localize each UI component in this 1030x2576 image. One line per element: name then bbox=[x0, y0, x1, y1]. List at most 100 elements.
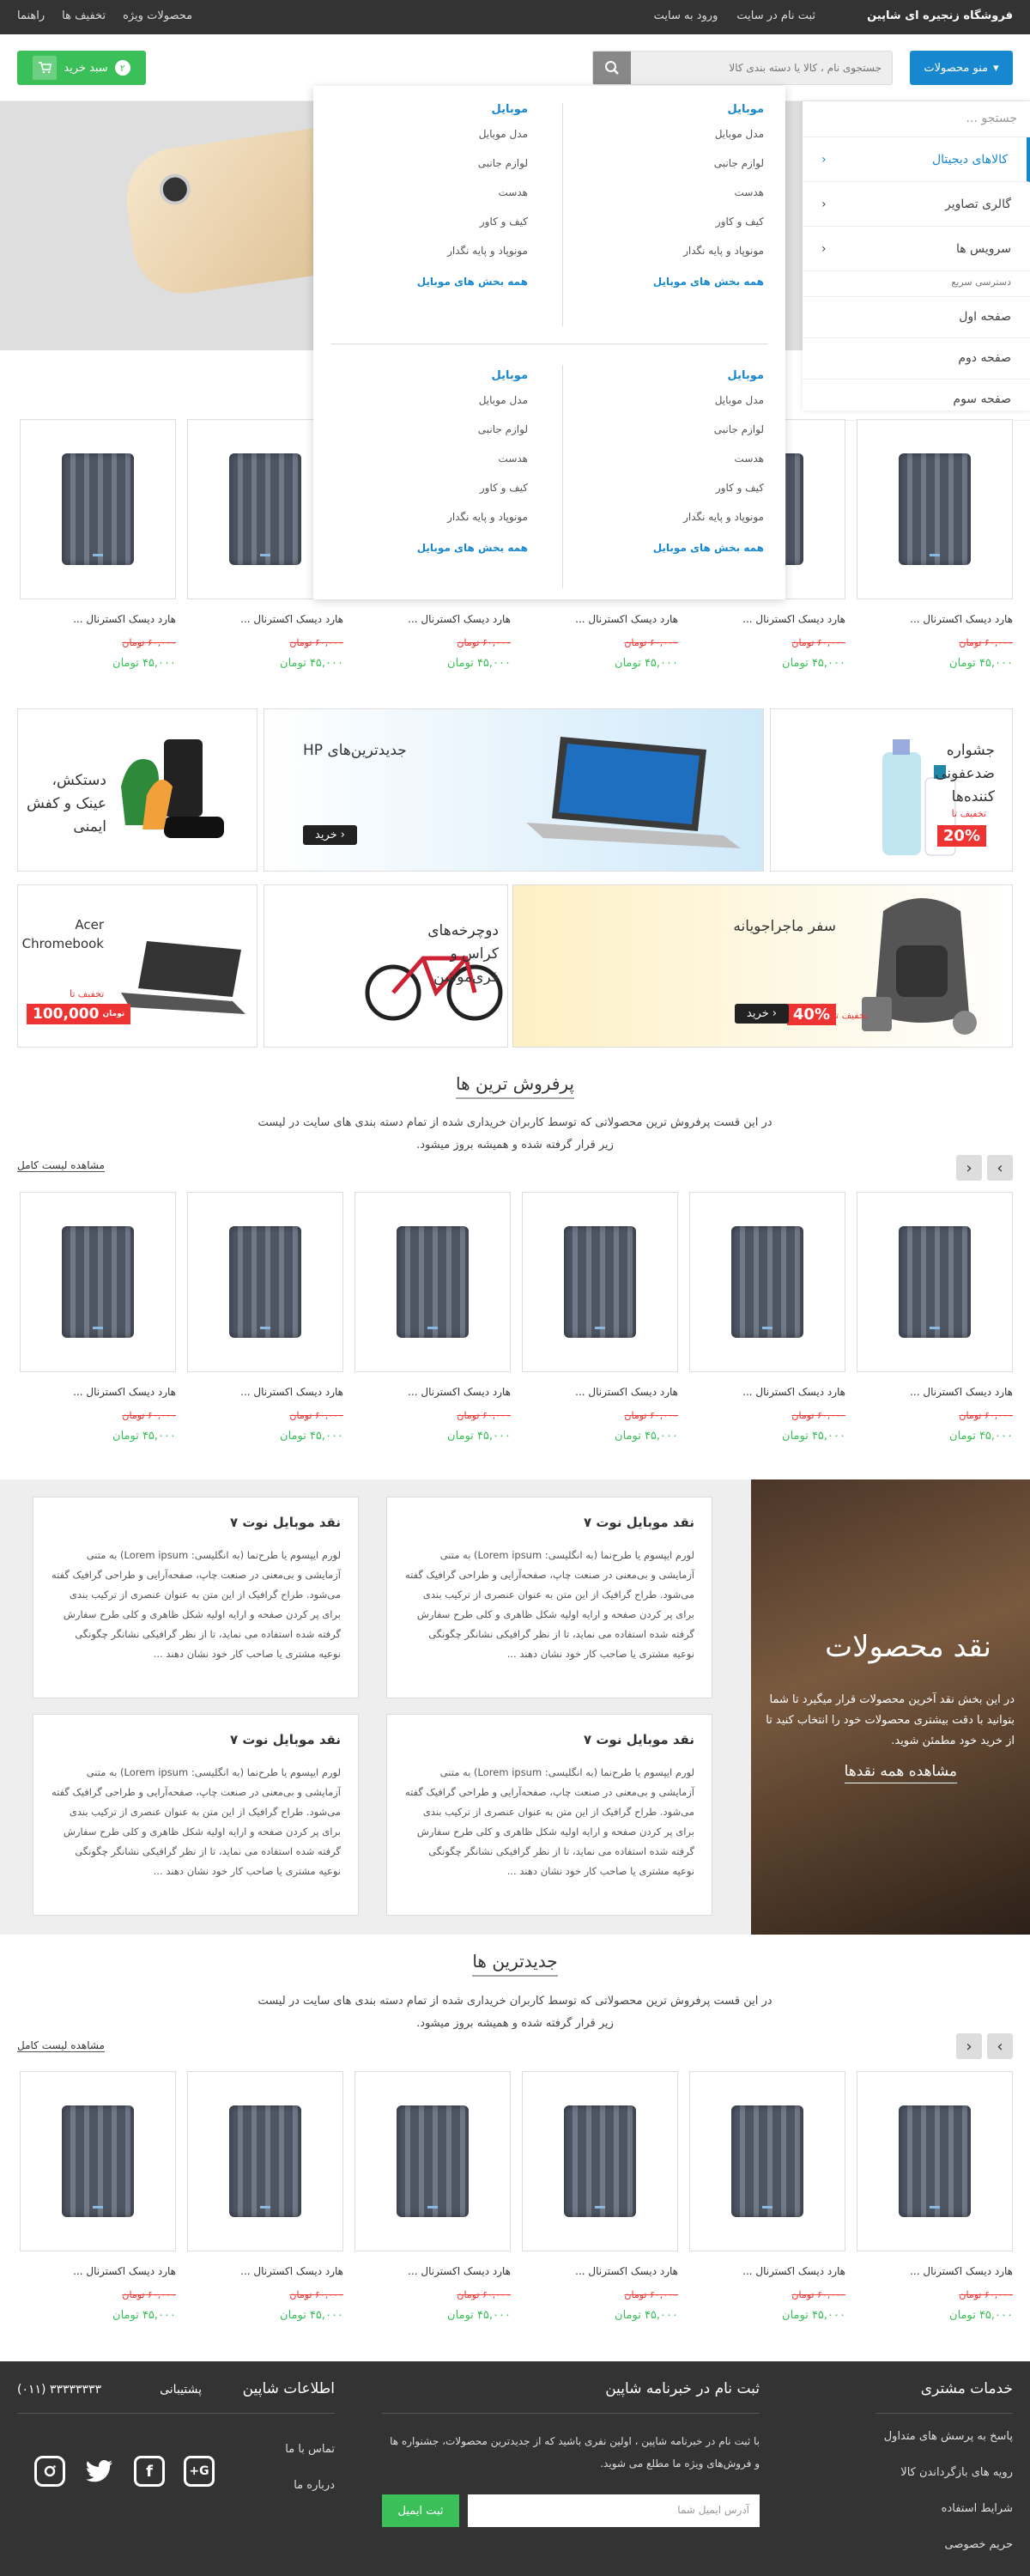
all-reviews-link[interactable]: مشاهده همه نقدها bbox=[844, 1763, 957, 1783]
product-card[interactable]: هارد دیسک اکسترنال ... ۶۰,۰۰۰ تومان ۴۵,۰… bbox=[354, 2071, 511, 2322]
product-card[interactable]: هارد دیسک اکسترنال ... ۶۰,۰۰۰ تومان ۴۵,۰… bbox=[522, 1192, 678, 1443]
mega-menu-item[interactable]: کیف و کاور bbox=[335, 216, 528, 245]
mega-menu-item[interactable]: مدل موبایل bbox=[335, 128, 528, 157]
review-title[interactable]: نقد موبایل نوت ۷ bbox=[51, 1732, 341, 1747]
footer-link-returns[interactable]: رویه های بازگرداندن کالا bbox=[884, 2466, 1013, 2502]
product-name[interactable]: هارد دیسک اکسترنال ... bbox=[354, 613, 511, 625]
product-image[interactable] bbox=[689, 1192, 845, 1372]
review-title[interactable]: نقد موبایل نوت ۷ bbox=[404, 1732, 694, 1747]
product-image[interactable] bbox=[522, 2071, 678, 2251]
sidebar-item-services[interactable]: سرویس ها ‹ bbox=[803, 227, 1030, 271]
product-image[interactable] bbox=[689, 2071, 845, 2251]
mega-menu-item[interactable]: لوازم جانبی bbox=[571, 157, 764, 186]
product-card[interactable]: هارد دیسک اکسترنال ... ۶۰,۰۰۰ تومان ۴۵,۰… bbox=[20, 1192, 176, 1443]
mega-menu-item[interactable]: لوازم جانبی bbox=[571, 423, 764, 453]
mega-menu-item[interactable]: هدست bbox=[571, 186, 764, 216]
product-card[interactable]: هارد دیسک اکسترنال ... ۶۰,۰۰۰ تومان ۴۵,۰… bbox=[857, 419, 1013, 670]
product-card[interactable]: هارد دیسک اکسترنال ... ۶۰,۰۰۰ تومان ۴۵,۰… bbox=[857, 1192, 1013, 1443]
product-card[interactable]: هارد دیسک اکسترنال ... ۶۰,۰۰۰ تومان ۴۵,۰… bbox=[20, 419, 176, 670]
mega-menu-item[interactable]: مونوپاد و پایه نگدار bbox=[571, 245, 764, 274]
review-title[interactable]: نقد موبایل نوت ۷ bbox=[51, 1515, 341, 1530]
product-name[interactable]: هارد دیسک اکسترنال ... bbox=[857, 1386, 1013, 1398]
review-card[interactable]: نقد موبایل نوت ۷ لورم ایپسوم یا طرح‌نما … bbox=[386, 1714, 712, 1916]
login-link[interactable]: ورود به سایت bbox=[654, 9, 718, 22]
footer-link-faq[interactable]: پاسخ به پرسش های متداول bbox=[884, 2430, 1013, 2466]
sidebar-page-2[interactable]: صفحه دوم bbox=[803, 338, 1030, 380]
arrow-left-icon[interactable]: ‹ bbox=[956, 2033, 982, 2059]
product-image[interactable] bbox=[20, 1192, 176, 1372]
sidebar-page-1[interactable]: صفحه اول bbox=[803, 297, 1030, 338]
mega-menu-item[interactable]: مدل موبایل bbox=[571, 128, 764, 157]
review-card[interactable]: نقد موبایل نوت ۷ لورم ایپسوم یا طرح‌نما … bbox=[33, 1714, 359, 1916]
mega-menu-item[interactable]: کیف و کاور bbox=[571, 482, 764, 511]
newest-view-all-link[interactable]: مشاهده لیست کامل bbox=[17, 2039, 105, 2052]
footer-link-about[interactable]: درباره ما bbox=[285, 2479, 335, 2515]
product-name[interactable]: هارد دیسک اکسترنال ... bbox=[689, 1386, 845, 1398]
product-name[interactable]: هارد دیسک اکسترنال ... bbox=[20, 613, 176, 625]
mega-menu-all-link[interactable]: همه بخش های موبایل bbox=[335, 276, 528, 288]
banner-adventure-travel[interactable]: سفر ماجراجویانه تخفیف تا 40% ‹ خرید bbox=[512, 884, 1013, 1048]
sidebar-page-3[interactable]: صفحه سوم bbox=[803, 380, 1030, 421]
sidebar-item-digital[interactable]: کالاهای دیجیتال ‹ bbox=[803, 137, 1030, 182]
footer-link-privacy[interactable]: حریم خصوصی bbox=[884, 2538, 1013, 2574]
product-card[interactable]: هارد دیسک اکسترنال ... ۶۰,۰۰۰ تومان ۴۵,۰… bbox=[522, 2071, 678, 2322]
newsletter-subscribe-button[interactable]: ثبت ایمیل bbox=[382, 2494, 459, 2527]
product-name[interactable]: هارد دیسک اکسترنال ... bbox=[857, 613, 1013, 625]
arrow-right-icon[interactable]: › bbox=[987, 1155, 1013, 1181]
mega-menu-all-link[interactable]: همه بخش های موبایل bbox=[571, 542, 764, 554]
review-card[interactable]: نقد موبایل نوت ۷ لورم ایپسوم یا طرح‌نما … bbox=[386, 1497, 712, 1698]
newsletter-email-input[interactable]: آدرس ایمیل شما bbox=[468, 2494, 760, 2527]
product-name[interactable]: هارد دیسک اکسترنال ... bbox=[187, 1386, 343, 1398]
banner-safety-gear[interactable]: دستکش، عینک و کفش ایمنی bbox=[17, 708, 258, 872]
cart-button[interactable]: ۲ سبد خرید bbox=[17, 51, 146, 85]
search-button[interactable] bbox=[593, 52, 631, 84]
product-card[interactable]: هارد دیسک اکسترنال ... ۶۰,۰۰۰ تومان ۴۵,۰… bbox=[689, 1192, 845, 1443]
product-card[interactable]: هارد دیسک اکسترنال ... ۶۰,۰۰۰ تومان ۴۵,۰… bbox=[20, 2071, 176, 2322]
search-input[interactable] bbox=[631, 52, 892, 84]
product-name[interactable]: هارد دیسک اکسترنال ... bbox=[187, 2265, 343, 2277]
review-title[interactable]: نقد موبایل نوت ۷ bbox=[404, 1515, 694, 1530]
mega-menu-item[interactable]: مدل موبایل bbox=[571, 394, 764, 423]
sidebar-item-gallery[interactable]: گالری تصاویر ‹ bbox=[803, 182, 1030, 227]
banner-hp-laptops[interactable]: جدیدترین‌های HP ‹ خرید bbox=[264, 708, 764, 872]
help-link[interactable]: راهنما bbox=[17, 9, 45, 22]
product-name[interactable]: هارد دیسک اکسترنال ... bbox=[354, 1386, 511, 1398]
mega-menu-item[interactable]: لوازم جانبی bbox=[335, 157, 528, 186]
mega-menu-item[interactable]: مونوپاد و پایه نگدار bbox=[335, 245, 528, 274]
product-card[interactable]: هارد دیسک اکسترنال ... ۶۰,۰۰۰ تومان ۴۵,۰… bbox=[187, 2071, 343, 2322]
googleplus-icon[interactable]: G+ bbox=[184, 2456, 215, 2487]
product-image[interactable] bbox=[857, 419, 1013, 599]
twitter-icon[interactable] bbox=[84, 2456, 115, 2487]
product-name[interactable]: هارد دیسک اکسترنال ... bbox=[522, 1386, 678, 1398]
product-name[interactable]: هارد دیسک اکسترنال ... bbox=[857, 2265, 1013, 2277]
product-name[interactable]: هارد دیسک اکسترنال ... bbox=[187, 613, 343, 625]
mega-menu-item[interactable]: هدست bbox=[335, 186, 528, 216]
mega-menu-item[interactable]: مونوپاد و پایه نگدار bbox=[571, 511, 764, 540]
product-card[interactable]: هارد دیسک اکسترنال ... ۶۰,۰۰۰ تومان ۴۵,۰… bbox=[689, 2071, 845, 2322]
banner-disinfectants[interactable]: جشواره ضدعفونی کننده‌ها تخفیف تا 20% bbox=[770, 708, 1013, 872]
facebook-icon[interactable]: f bbox=[134, 2456, 165, 2487]
product-name[interactable]: هارد دیسک اکسترنال ... bbox=[522, 613, 678, 625]
special-products-link[interactable]: محصولات ویژه bbox=[123, 9, 192, 22]
product-image[interactable] bbox=[857, 1192, 1013, 1372]
mega-menu-item[interactable]: لوازم جانبی bbox=[335, 423, 528, 453]
mega-menu-item[interactable]: هدست bbox=[335, 453, 528, 482]
banner-acer-chromebook[interactable]: Acer Chromebook تخفیف تا تومان 100,000 bbox=[17, 884, 258, 1048]
discounts-link[interactable]: تخفیف ها bbox=[62, 9, 106, 22]
instagram-icon[interactable] bbox=[34, 2456, 65, 2487]
mega-menu-item[interactable]: مدل موبایل bbox=[335, 394, 528, 423]
mega-menu-all-link[interactable]: همه بخش های موبایل bbox=[335, 542, 528, 554]
product-name[interactable]: هارد دیسک اکسترنال ... bbox=[20, 1386, 176, 1398]
product-image[interactable] bbox=[187, 2071, 343, 2251]
banner-buy-button[interactable]: ‹ خرید bbox=[735, 1004, 789, 1024]
footer-link-contact[interactable]: تماس با ما bbox=[285, 2443, 335, 2479]
product-image[interactable] bbox=[354, 2071, 511, 2251]
arrow-left-icon[interactable]: ‹ bbox=[956, 1155, 982, 1181]
bestsellers-view-all-link[interactable]: مشاهده لیست کامل bbox=[17, 1159, 105, 1172]
mega-menu-heading[interactable]: موبایل bbox=[571, 369, 764, 382]
mega-menu-all-link[interactable]: همه بخش های موبایل bbox=[571, 276, 764, 288]
banner-bicycles[interactable]: دوچرخه‌های کراس و فری‌موشن bbox=[264, 884, 508, 1048]
product-card[interactable]: هارد دیسک اکسترنال ... ۶۰,۰۰۰ تومان ۴۵,۰… bbox=[857, 2071, 1013, 2322]
product-name[interactable]: هارد دیسک اکسترنال ... bbox=[354, 2265, 511, 2277]
product-image[interactable] bbox=[354, 1192, 511, 1372]
